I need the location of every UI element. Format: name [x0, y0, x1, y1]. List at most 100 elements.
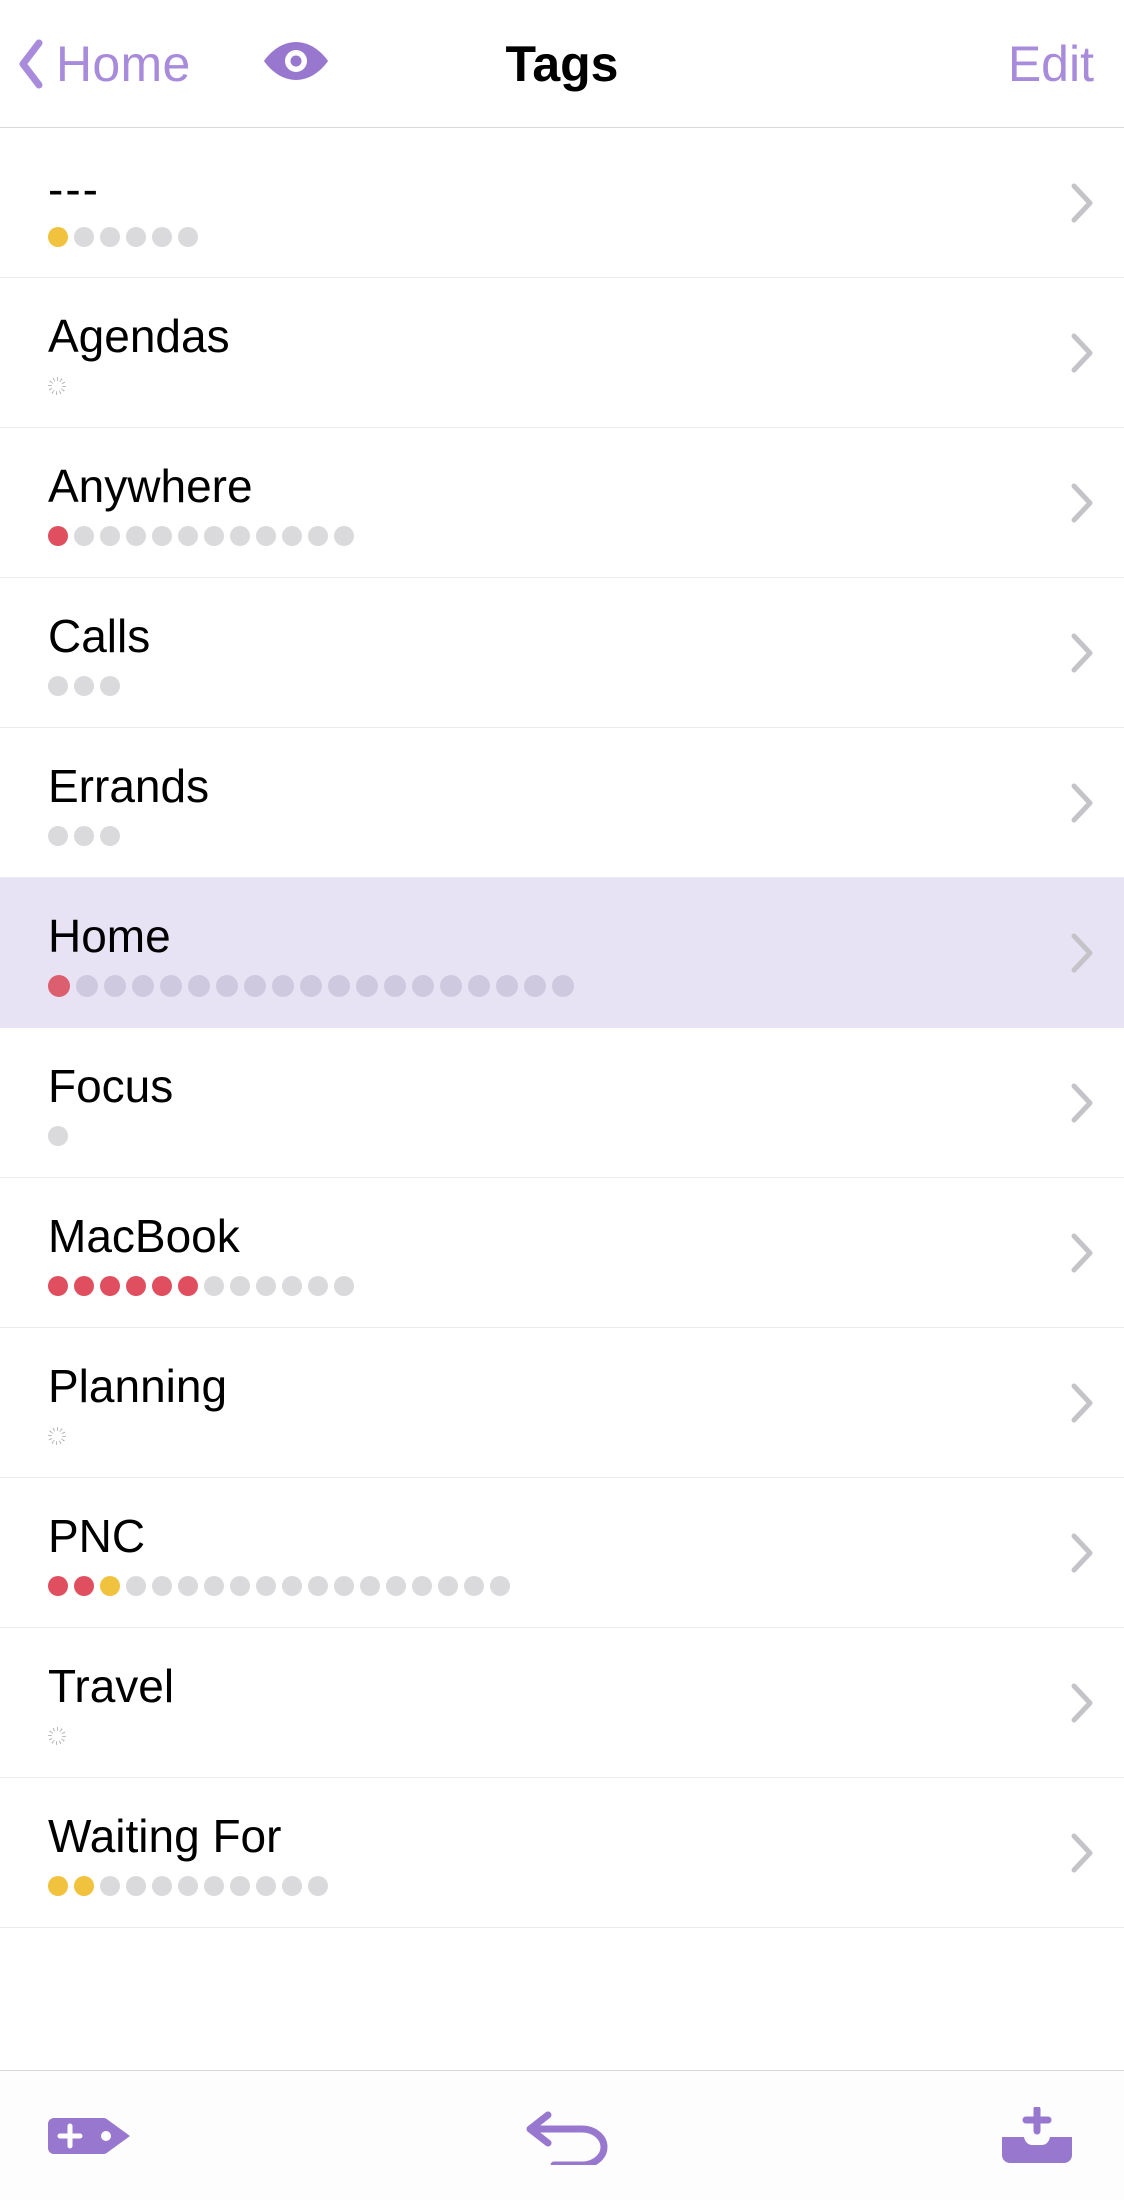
new-tag-button[interactable] [48, 2110, 136, 2162]
status-dot [152, 1276, 172, 1296]
tag-row[interactable]: Anywhere [0, 428, 1124, 578]
tag-row[interactable]: --- [0, 128, 1124, 278]
chevron-right-icon [1068, 480, 1096, 526]
tag-row[interactable]: Focus [0, 1028, 1124, 1178]
tag-label: Errands [48, 758, 1034, 816]
status-dot [204, 1876, 224, 1896]
tag-label: Planning [48, 1358, 1034, 1416]
status-dot [100, 1276, 120, 1296]
status-dot [48, 1126, 68, 1146]
status-dot [76, 975, 98, 997]
loading-spinner-icon [48, 377, 66, 395]
status-dot [496, 975, 518, 997]
status-dot [178, 1276, 198, 1296]
tag-row[interactable]: Travel [0, 1628, 1124, 1778]
status-dot [282, 1576, 302, 1596]
edit-button[interactable]: Edit [1008, 0, 1094, 127]
tag-status-dots [48, 1425, 1034, 1447]
status-dot [104, 975, 126, 997]
status-dot [74, 1276, 94, 1296]
tag-row[interactable]: Agendas [0, 278, 1124, 428]
bottom-toolbar [0, 2070, 1124, 2200]
tag-label: PNC [48, 1508, 1034, 1566]
status-dot [244, 975, 266, 997]
chevron-right-icon [1068, 180, 1096, 226]
chevron-right-icon [1068, 1830, 1096, 1876]
status-dot [152, 227, 172, 247]
status-dot [334, 1276, 354, 1296]
status-dot [100, 526, 120, 546]
status-dot [230, 1876, 250, 1896]
preview-toggle-button[interactable] [260, 0, 332, 127]
status-dot [178, 1876, 198, 1896]
status-dot [48, 1876, 68, 1896]
status-dot [152, 1576, 172, 1596]
status-dot [178, 1576, 198, 1596]
status-dot [308, 1276, 328, 1296]
tag-status-dots [48, 1125, 1034, 1147]
status-dot [334, 526, 354, 546]
status-dot [100, 676, 120, 696]
undo-icon [524, 2107, 610, 2165]
tag-status-dots [48, 1575, 1034, 1597]
eye-icon [260, 38, 332, 89]
status-dot [256, 1276, 276, 1296]
status-dot [126, 1276, 146, 1296]
status-dot [126, 1576, 146, 1596]
status-dot [100, 1876, 120, 1896]
status-dot [204, 1276, 224, 1296]
tag-label: Home [48, 908, 1034, 966]
add-to-inbox-button[interactable] [998, 2107, 1076, 2165]
navigation-bar: Home Tags Edit [0, 0, 1124, 128]
back-button[interactable]: Home [14, 0, 191, 127]
status-dot [282, 1276, 302, 1296]
tag-row[interactable]: Home [0, 878, 1124, 1028]
tag-label: Anywhere [48, 458, 1034, 516]
status-dot [412, 975, 434, 997]
undo-button[interactable] [524, 2107, 610, 2165]
tag-status-dots [48, 1875, 1034, 1897]
status-dot [490, 1576, 510, 1596]
tag-row[interactable]: Errands [0, 728, 1124, 878]
status-dot [412, 1576, 432, 1596]
tag-status-dots [48, 975, 1034, 997]
tag-label: MacBook [48, 1208, 1034, 1266]
chevron-right-icon [1068, 630, 1096, 676]
status-dot [438, 1576, 458, 1596]
status-dot [308, 1876, 328, 1896]
status-dot [100, 1576, 120, 1596]
status-dot [282, 1876, 302, 1896]
chevron-right-icon [1068, 780, 1096, 826]
tag-row[interactable]: PNC [0, 1478, 1124, 1628]
back-label: Home [56, 35, 191, 93]
status-dot [126, 227, 146, 247]
status-dot [216, 975, 238, 997]
tag-status-dots [48, 675, 1034, 697]
status-dot [48, 826, 68, 846]
status-dot [360, 1576, 380, 1596]
status-dot [308, 526, 328, 546]
status-dot [74, 526, 94, 546]
status-dot [74, 1576, 94, 1596]
status-dot [464, 1576, 484, 1596]
status-dot [74, 676, 94, 696]
tag-row[interactable]: Calls [0, 578, 1124, 728]
status-dot [48, 227, 68, 247]
tag-row[interactable]: Waiting For [0, 1778, 1124, 1928]
status-dot [256, 1576, 276, 1596]
status-dot [308, 1576, 328, 1596]
status-dot [152, 1876, 172, 1896]
chevron-right-icon [1068, 330, 1096, 376]
tag-row[interactable]: Planning [0, 1328, 1124, 1478]
tag-status-dots [48, 1275, 1034, 1297]
tags-list: --- Agendas Anywhere Calls Errands Home Focus M… [0, 128, 1124, 1928]
tag-label: Agendas [48, 308, 1034, 366]
status-dot [178, 227, 198, 247]
chevron-left-icon [14, 39, 48, 89]
status-dot [524, 975, 546, 997]
chevron-right-icon [1068, 1680, 1096, 1726]
status-dot [48, 526, 68, 546]
tags-list-container: --- Agendas Anywhere Calls Errands Home Focus M… [0, 128, 1124, 2070]
tag-row[interactable]: MacBook [0, 1178, 1124, 1328]
chevron-right-icon [1068, 930, 1096, 976]
